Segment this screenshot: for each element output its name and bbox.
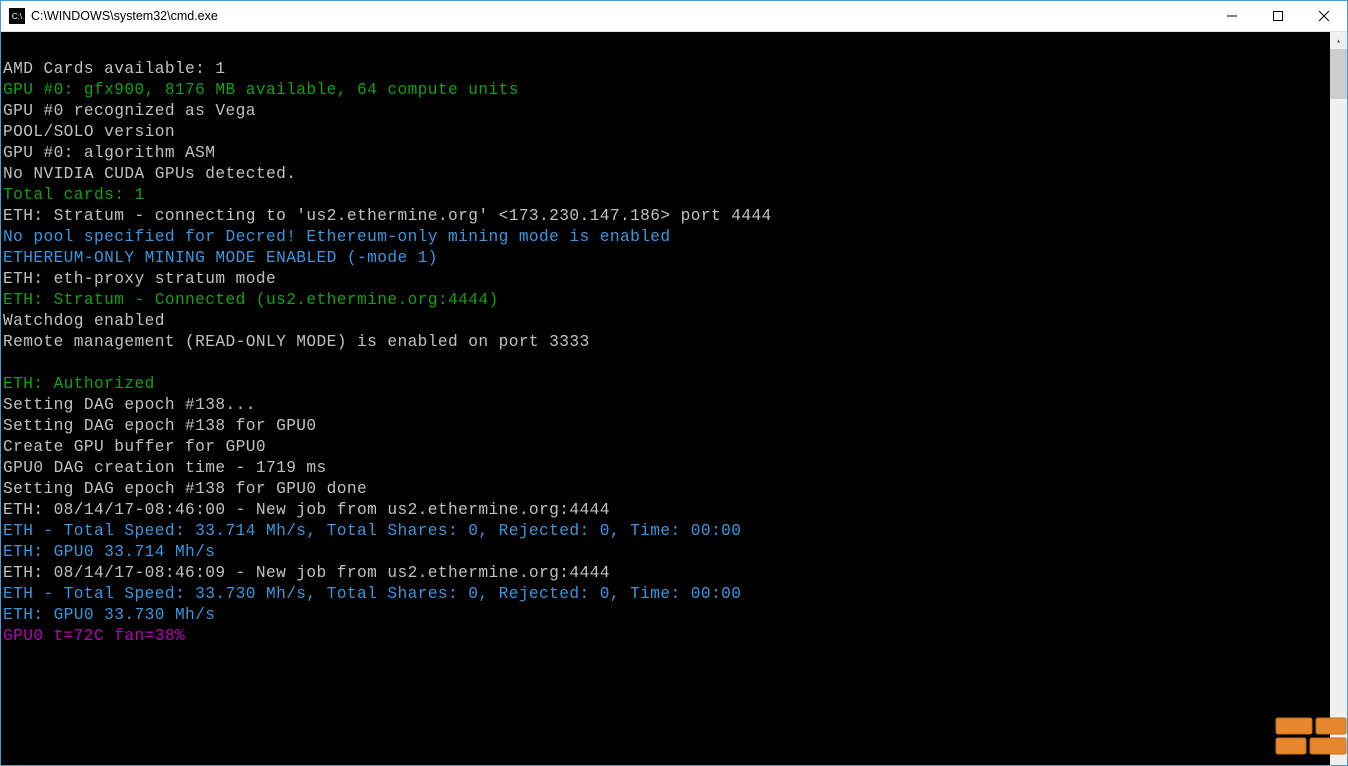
terminal-line: Watchdog enabled xyxy=(3,311,1328,332)
terminal-line: AMD Cards available: 1 xyxy=(3,59,1328,80)
terminal-output[interactable]: AMD Cards available: 1GPU #0: gfx900, 81… xyxy=(1,32,1330,765)
minimize-button[interactable] xyxy=(1209,1,1255,31)
terminal-area: AMD Cards available: 1GPU #0: gfx900, 81… xyxy=(1,32,1347,765)
terminal-line: ETH: eth-proxy stratum mode xyxy=(3,269,1328,290)
terminal-line: Remote management (READ-ONLY MODE) is en… xyxy=(3,332,1328,353)
scrollbar[interactable]: ▴ xyxy=(1330,32,1347,765)
terminal-line: No pool specified for Decred! Ethereum-o… xyxy=(3,227,1328,248)
cmd-window: C:\ C:\WINDOWS\system32\cmd.exe AMD Card… xyxy=(0,0,1348,766)
terminal-line: ETH - Total Speed: 33.730 Mh/s, Total Sh… xyxy=(3,584,1328,605)
terminal-line xyxy=(3,38,1328,59)
cmd-icon: C:\ xyxy=(9,8,25,24)
terminal-line: GPU #0: algorithm ASM xyxy=(3,143,1328,164)
terminal-line: No NVIDIA CUDA GPUs detected. xyxy=(3,164,1328,185)
terminal-line: ETHEREUM-ONLY MINING MODE ENABLED (-mode… xyxy=(3,248,1328,269)
terminal-line: Setting DAG epoch #138 for GPU0 done xyxy=(3,479,1328,500)
terminal-line: ETH - Total Speed: 33.714 Mh/s, Total Sh… xyxy=(3,521,1328,542)
terminal-line: Setting DAG epoch #138... xyxy=(3,395,1328,416)
terminal-line: GPU #0 recognized as Vega xyxy=(3,101,1328,122)
window-controls xyxy=(1209,1,1347,31)
terminal-line: ETH: 08/14/17-08:46:09 - New job from us… xyxy=(3,563,1328,584)
terminal-line: GPU0 t=72C fan=38% xyxy=(3,626,1328,647)
terminal-line: Setting DAG epoch #138 for GPU0 xyxy=(3,416,1328,437)
terminal-line: ETH: Stratum - Connected (us2.ethermine.… xyxy=(3,290,1328,311)
close-button[interactable] xyxy=(1301,1,1347,31)
terminal-line: GPU #0: gfx900, 8176 MB available, 64 co… xyxy=(3,80,1328,101)
terminal-line: POOL/SOLO version xyxy=(3,122,1328,143)
terminal-line: GPU0 DAG creation time - 1719 ms xyxy=(3,458,1328,479)
terminal-line: Create GPU buffer for GPU0 xyxy=(3,437,1328,458)
terminal-line: ETH: GPU0 33.714 Mh/s xyxy=(3,542,1328,563)
terminal-line xyxy=(3,353,1328,374)
scroll-up-arrow[interactable]: ▴ xyxy=(1330,32,1347,49)
terminal-line: ETH: Authorized xyxy=(3,374,1328,395)
terminal-line: ETH: GPU0 33.730 Mh/s xyxy=(3,605,1328,626)
maximize-button[interactable] xyxy=(1255,1,1301,31)
terminal-line: ETH: Stratum - connecting to 'us2.etherm… xyxy=(3,206,1328,227)
titlebar[interactable]: C:\ C:\WINDOWS\system32\cmd.exe xyxy=(1,1,1347,32)
scroll-thumb[interactable] xyxy=(1330,49,1347,99)
terminal-line: Total cards: 1 xyxy=(3,185,1328,206)
terminal-line: ETH: 08/14/17-08:46:00 - New job from us… xyxy=(3,500,1328,521)
window-title: C:\WINDOWS\system32\cmd.exe xyxy=(31,9,1209,23)
